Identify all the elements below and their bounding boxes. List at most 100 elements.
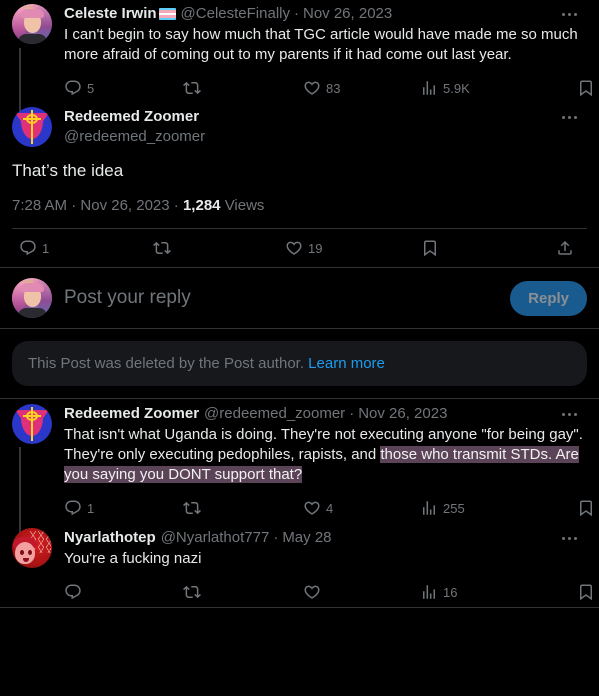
reply-button[interactable]: Reply — [510, 280, 587, 316]
reply-action[interactable]: 1 — [19, 239, 49, 257]
separator-dot: · — [273, 529, 279, 546]
post-date: Nov 26, 2023 — [80, 197, 170, 214]
display-name[interactable]: Redeemed Zoomer — [64, 404, 199, 424]
deleted-post-notice-wrapper: This Post was deleted by the Post author… — [0, 329, 599, 398]
heart-icon — [303, 583, 321, 601]
tweet-celeste-irwin[interactable]: Celeste Irwin @CelesteFinally · Nov 26, … — [0, 0, 599, 120]
more-options-icon[interactable] — [555, 4, 583, 24]
tweet-header: Celeste Irwin @CelesteFinally · Nov 26, … — [64, 4, 583, 24]
tweet-actions: 1 19 — [12, 229, 587, 267]
retweet-action[interactable] — [183, 499, 206, 517]
reply-icon — [19, 239, 37, 257]
retweet-action[interactable] — [183, 583, 206, 601]
heart-icon — [303, 79, 321, 97]
reply-icon — [64, 583, 82, 601]
like-action[interactable] — [303, 583, 326, 601]
avatar[interactable] — [12, 404, 52, 444]
deleted-post-notice: This Post was deleted by the Post author… — [12, 341, 587, 386]
handle[interactable]: @redeemed_zoomer — [64, 127, 555, 147]
views-action[interactable]: 5.9K — [420, 79, 470, 97]
post-time: 7:28 AM — [12, 197, 68, 214]
heart-icon — [285, 239, 303, 257]
timestamp[interactable]: Nov 26, 2023 — [303, 4, 392, 24]
meta-separator-2: · — [173, 197, 179, 214]
bookmark-icon — [421, 239, 439, 257]
avatar[interactable] — [12, 107, 52, 147]
views-count: 16 — [443, 584, 458, 600]
handle[interactable]: @Nyarlathot777 — [161, 528, 270, 548]
retweet-icon — [183, 499, 201, 517]
separator-dot: · — [349, 405, 355, 422]
thread-connector-line — [19, 447, 21, 543]
avatar-column — [12, 107, 64, 147]
reply-count: 1 — [87, 500, 95, 516]
reply-count: 1 — [42, 240, 50, 256]
bookmark-icon — [577, 583, 595, 601]
bookmark-action[interactable] — [577, 583, 595, 601]
reply-icon — [64, 79, 82, 97]
composer-avatar — [12, 278, 52, 318]
like-count: 83 — [326, 80, 341, 96]
display-name[interactable]: Celeste Irwin — [64, 4, 157, 24]
retweet-icon — [183, 79, 201, 97]
reply-composer[interactable]: Post your reply Reply — [0, 268, 599, 328]
retweet-icon — [183, 583, 201, 601]
views-label: Views — [224, 197, 265, 214]
views-count: 255 — [443, 500, 465, 516]
tweet-actions: 5 83 5.9K — [64, 73, 592, 103]
more-options-icon[interactable] — [555, 528, 583, 548]
like-count: 19 — [308, 240, 323, 256]
more-options-icon[interactable] — [555, 404, 583, 424]
avatar[interactable] — [12, 528, 52, 568]
reply-action[interactable]: 5 — [64, 79, 94, 97]
like-action[interactable]: 4 — [303, 499, 333, 517]
bookmark-icon — [577, 499, 595, 517]
tweet-nyarlathotep[interactable]: Nyarlathotep @Nyarlathot777 · May 28 You… — [0, 523, 599, 607]
analytics-icon — [420, 583, 438, 601]
like-action[interactable]: 19 — [285, 239, 322, 257]
tweet-focal-redeemed-zoomer[interactable]: Redeemed Zoomer @redeemed_zoomer That’s … — [0, 103, 599, 267]
retweet-action[interactable] — [183, 79, 206, 97]
like-action[interactable]: 83 — [303, 79, 340, 97]
reply-action[interactable]: 1 — [64, 499, 94, 517]
tweet-redeemed-zoomer-reply[interactable]: Redeemed Zoomer @redeemed_zoomer · Nov 2… — [0, 399, 599, 543]
bookmark-action[interactable] — [421, 239, 439, 257]
views-action[interactable]: 16 — [420, 583, 457, 601]
views-number: 1,284 — [182, 197, 221, 214]
avatar-column — [12, 528, 64, 607]
reply-input-placeholder[interactable]: Post your reply — [64, 287, 191, 309]
more-options-icon[interactable] — [555, 107, 583, 127]
retweet-icon — [153, 239, 171, 257]
twitter-thread-view: Celeste Irwin @CelesteFinally · Nov 26, … — [0, 0, 599, 696]
reply-icon — [64, 499, 82, 517]
share-icon — [556, 239, 574, 257]
tweet-header: Nyarlathotep @Nyarlathot777 · May 28 — [64, 528, 583, 548]
views-count: 5.9K — [443, 80, 470, 96]
heart-icon — [303, 499, 321, 517]
retweet-action[interactable] — [153, 239, 176, 257]
tweet-actions: 16 — [64, 577, 592, 607]
learn-more-link[interactable]: Learn more — [308, 355, 385, 372]
display-name[interactable]: Redeemed Zoomer — [64, 107, 555, 127]
deleted-post-text: This Post was deleted by the Post author… — [28, 355, 304, 372]
bookmark-action[interactable] — [577, 79, 595, 97]
share-action[interactable] — [556, 239, 574, 257]
tweet-meta: 7:28 AM · Nov 26, 2023 · 1,284 Views — [12, 197, 587, 214]
meta-separator-1: · — [71, 197, 77, 214]
tweet-actions: 1 4 255 — [64, 493, 592, 523]
avatar[interactable] — [12, 4, 52, 44]
bookmark-action[interactable] — [577, 499, 595, 517]
handle[interactable]: @CelesteFinally — [181, 4, 290, 24]
views-action[interactable]: 255 — [420, 499, 465, 517]
tweet-text: I can't begin to say how much that TGC a… — [64, 26, 578, 63]
display-name[interactable]: Nyarlathotep — [64, 528, 156, 548]
like-count: 4 — [326, 500, 334, 516]
timestamp[interactable]: Nov 26, 2023 — [358, 404, 447, 424]
timestamp[interactable]: May 28 — [282, 528, 331, 548]
reply-count: 5 — [87, 80, 95, 96]
divider — [0, 607, 599, 608]
tweet-text: That isn't what Uganda is doing. They're… — [64, 425, 583, 485]
reply-action[interactable] — [64, 583, 87, 601]
transgender-pride-flag-icon — [158, 8, 176, 20]
handle[interactable]: @redeemed_zoomer — [204, 404, 345, 424]
